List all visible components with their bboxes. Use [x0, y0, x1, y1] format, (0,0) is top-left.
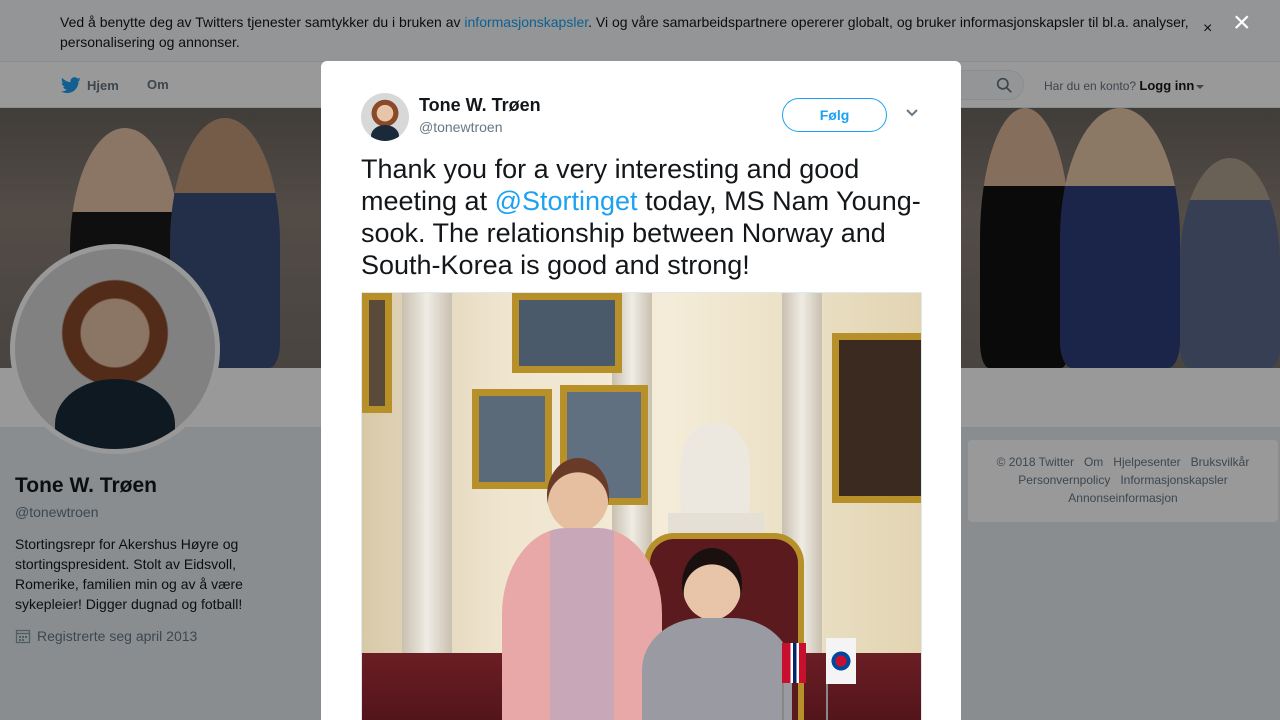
tweet-author-name[interactable]: Tone W. Trøen: [419, 95, 541, 116]
modal-close-button[interactable]: ×: [1233, 8, 1251, 38]
tweet-text: Thank you for a very interesting and goo…: [361, 153, 926, 281]
tweet-photo[interactable]: [361, 292, 922, 720]
follow-button[interactable]: Følg: [782, 98, 887, 132]
tweet-mention-link[interactable]: @Stortinget: [495, 186, 638, 216]
tweet-modal: Tone W. Trøen @tonewtroen Følg Thank you…: [321, 61, 961, 720]
tweet-author-handle[interactable]: @tonewtroen: [419, 119, 502, 135]
tweet-author-avatar[interactable]: [361, 93, 409, 141]
chevron-down-icon[interactable]: [905, 108, 919, 118]
